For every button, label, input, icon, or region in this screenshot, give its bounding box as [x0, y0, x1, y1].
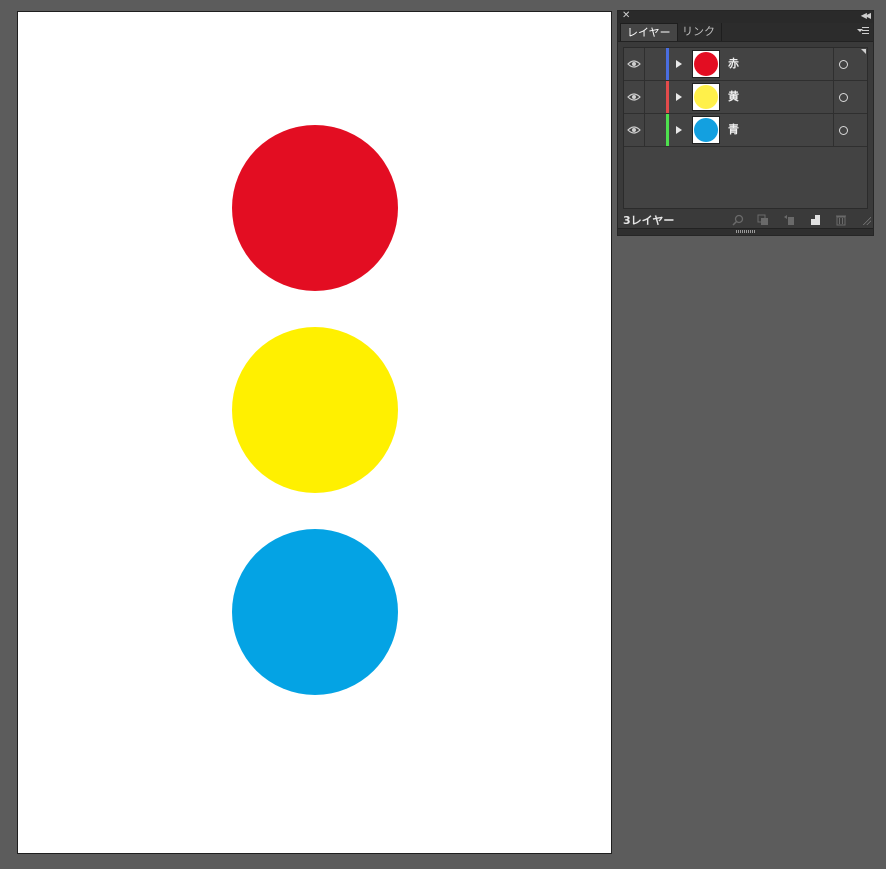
layer-count: 3レイヤー	[623, 214, 675, 227]
clipping-mask-icon[interactable]	[757, 214, 769, 226]
layer-row[interactable]: 黄	[624, 81, 867, 114]
trash-icon[interactable]	[835, 214, 847, 226]
collapse-icon[interactable]: ◀◀	[861, 9, 871, 23]
blue-circle[interactable]	[232, 529, 398, 695]
layer-list: 赤 黄 青	[623, 47, 868, 209]
layer-row[interactable]: 青	[624, 114, 867, 147]
locate-object-icon[interactable]	[732, 214, 744, 226]
layer-thumbnail	[692, 83, 720, 111]
target-icon[interactable]	[839, 126, 848, 135]
red-circle[interactable]	[232, 125, 398, 291]
target-icon[interactable]	[839, 93, 848, 102]
tab-links[interactable]: リンク	[676, 23, 722, 41]
expand-arrow-icon[interactable]	[676, 60, 682, 68]
panel-bottom-bar	[618, 228, 873, 235]
layer-name[interactable]: 青	[728, 122, 739, 138]
panel-titlebar[interactable]: ✕ ◀◀	[618, 9, 873, 23]
layers-panel: ✕ ◀◀ レイヤー リンク 赤 黄 青 3レイヤー	[617, 10, 874, 236]
eye-icon[interactable]	[627, 57, 641, 71]
layer-color-bar	[666, 48, 669, 80]
layer-thumbnail	[692, 50, 720, 78]
eye-icon[interactable]	[627, 123, 641, 137]
new-layer-icon[interactable]	[810, 214, 822, 226]
layer-color-bar	[666, 81, 669, 113]
eye-icon[interactable]	[627, 90, 641, 104]
artboard[interactable]	[17, 11, 612, 854]
expand-arrow-icon[interactable]	[676, 93, 682, 101]
layer-color-bar	[666, 114, 669, 146]
panel-tab-bar: レイヤー リンク	[618, 23, 873, 42]
panel-menu-icon[interactable]	[857, 26, 869, 36]
layer-name[interactable]: 黄	[728, 89, 739, 105]
drag-handle[interactable]	[736, 230, 756, 233]
resize-grip-icon[interactable]	[863, 217, 871, 225]
tab-layers[interactable]: レイヤー	[620, 23, 678, 41]
close-icon[interactable]: ✕	[622, 9, 630, 23]
new-sublayer-icon[interactable]	[783, 214, 795, 226]
target-icon[interactable]	[839, 60, 848, 69]
yellow-circle[interactable]	[232, 327, 398, 493]
expand-arrow-icon[interactable]	[676, 126, 682, 134]
layer-name[interactable]: 赤	[728, 56, 739, 72]
layer-thumbnail	[692, 116, 720, 144]
layer-row[interactable]: 赤	[624, 48, 867, 81]
